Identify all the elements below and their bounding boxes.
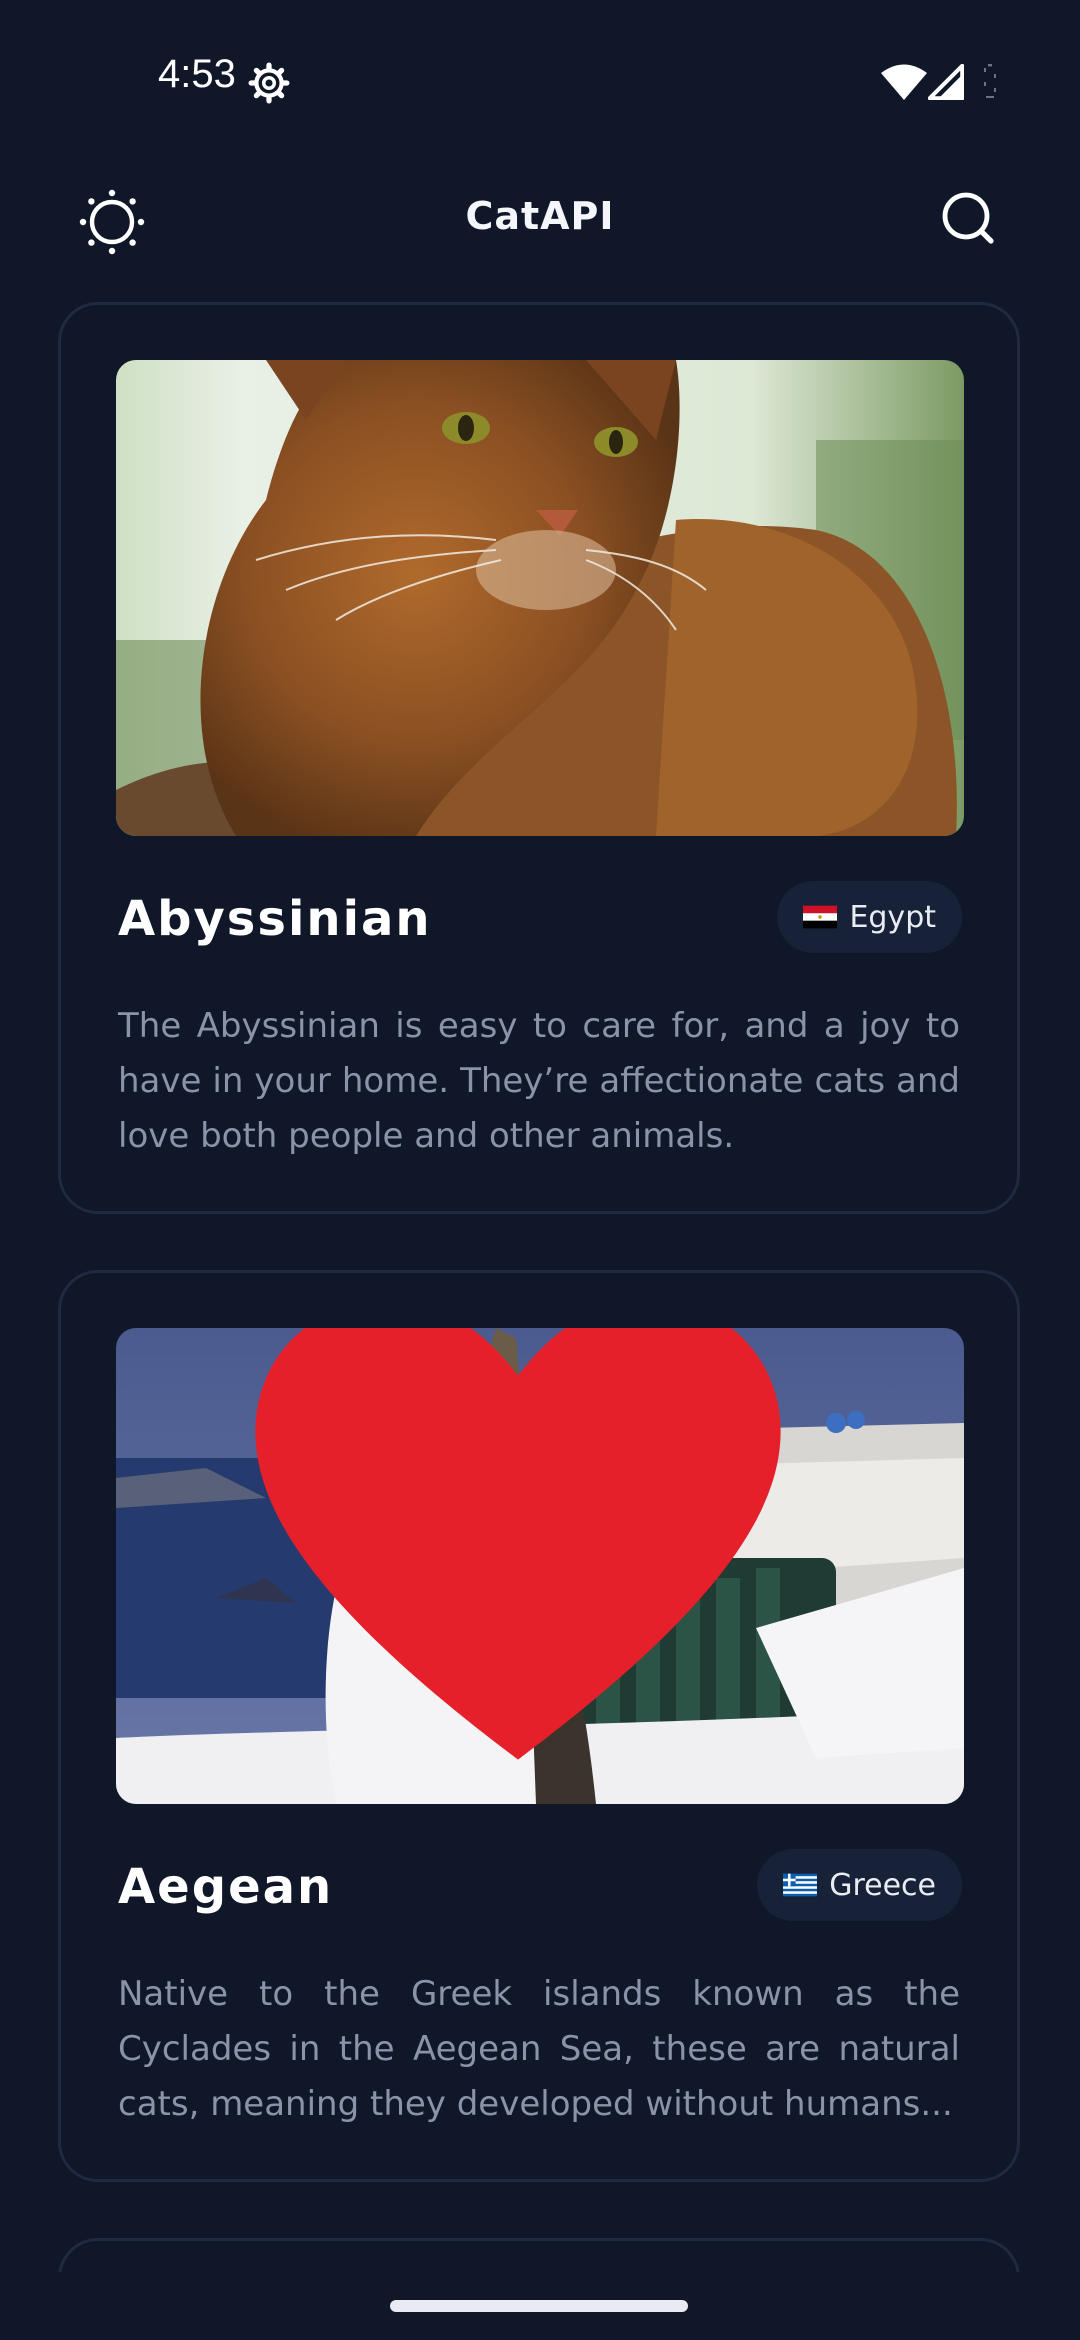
app-title: CatAPI — [465, 194, 615, 238]
home-indicator[interactable] — [390, 2300, 688, 2312]
origin-badge[interactable]: Greece — [757, 1849, 962, 1921]
breed-photo — [116, 360, 964, 836]
battery-icon — [984, 64, 996, 98]
abyssinian-cat-photo — [116, 360, 964, 836]
gear-icon — [248, 62, 290, 104]
breed-photo — [116, 1328, 964, 1804]
breed-description: Native to the Greek islands known as the… — [118, 1974, 960, 2124]
wifi-icon — [881, 64, 927, 100]
greece-flag-icon — [783, 1873, 818, 1897]
screen: 4:53 CatAPI Abyssinian Egypt The Abyssin… — [0, 0, 1080, 2340]
status-bar: 4:53 — [0, 0, 1080, 170]
app-bar: CatAPI — [0, 170, 1080, 270]
status-time: 4:53 — [158, 52, 236, 96]
origin-label: Egypt — [849, 899, 936, 935]
search-icon[interactable] — [940, 190, 996, 246]
breed-card[interactable]: Abyssinian Egypt The Abyssinian is easy … — [58, 302, 1020, 1214]
breed-description: The Abyssinian is easy to care for, and … — [118, 1006, 960, 1156]
breed-name: Abyssinian — [118, 891, 432, 947]
origin-label: Greece — [829, 1867, 936, 1903]
egypt-flag-icon — [803, 905, 838, 929]
breed-card[interactable]: Aegean Greece Native to the Greek island… — [58, 1270, 1020, 2182]
favorite-heart-icon[interactable] — [116, 1328, 942, 1776]
signal-icon — [928, 64, 964, 100]
breed-name: Aegean — [118, 1859, 334, 1915]
origin-badge[interactable]: Egypt — [777, 881, 962, 953]
